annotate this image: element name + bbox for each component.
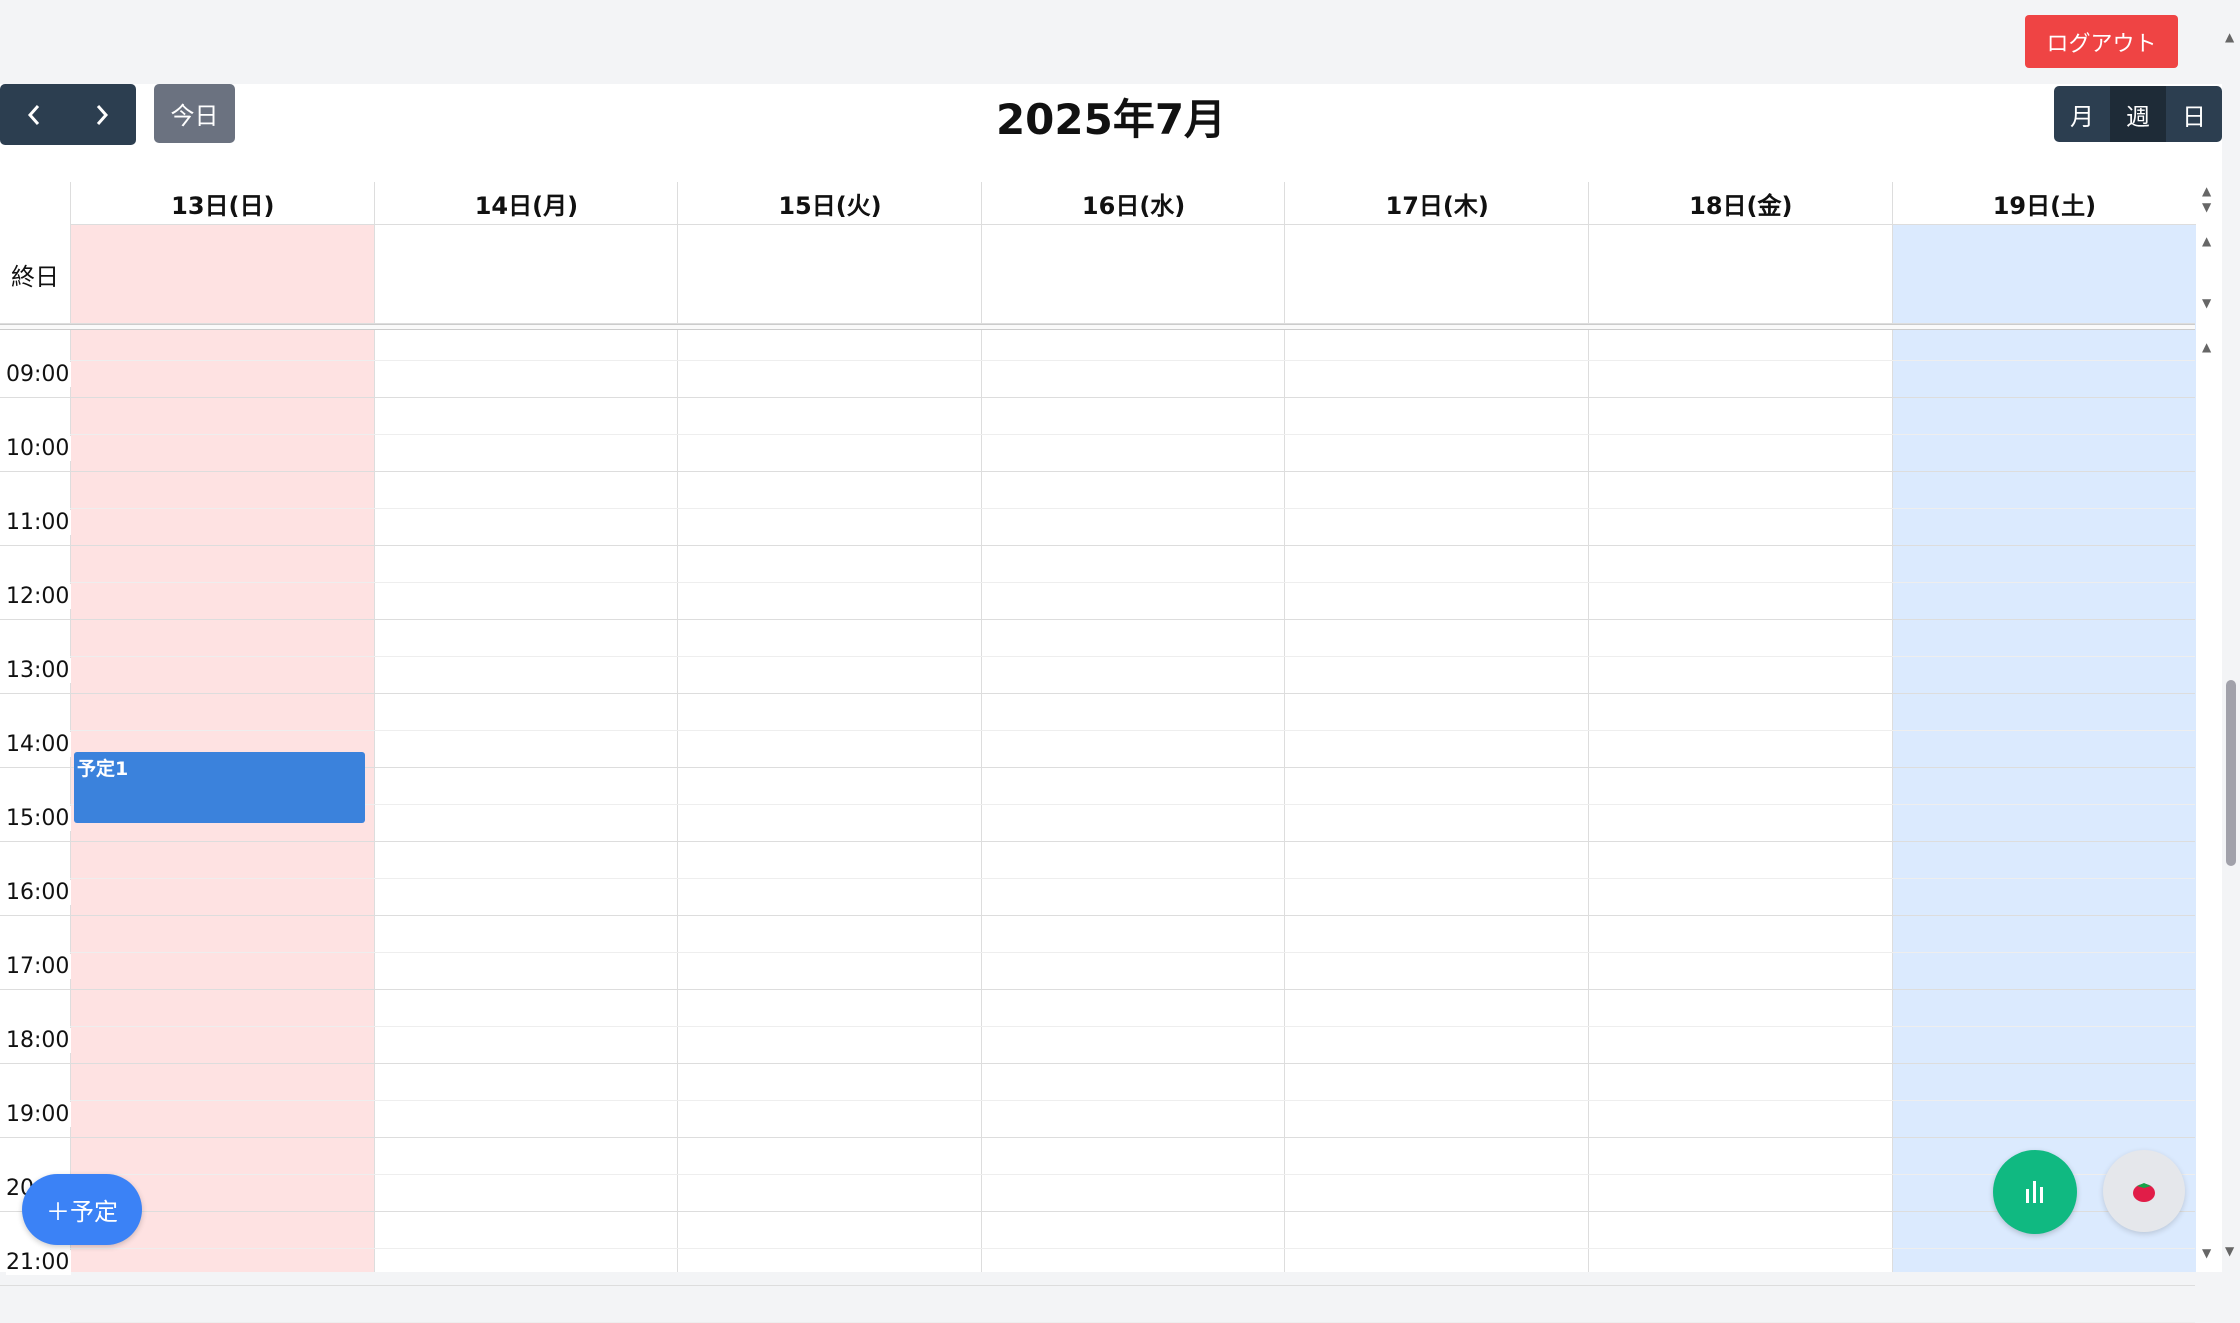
day-column[interactable]: 13日(日) (70, 182, 375, 1272)
allday-scroll-up-icon[interactable]: ▲ (2202, 234, 2211, 248)
allday-divider (0, 324, 2195, 330)
day-column[interactable]: 14日(月) (373, 182, 679, 1272)
time-label: 14:00 (6, 732, 72, 757)
hour-line (0, 545, 2195, 546)
hour-line (0, 1211, 2195, 1212)
half-hour-line (70, 878, 2195, 879)
time-label: 10:00 (6, 436, 72, 461)
hour-line (0, 915, 2195, 916)
day-column-bg (1892, 224, 2197, 1272)
hour-line (0, 471, 2195, 472)
body-scroll-down-icon[interactable]: ▼ (2202, 1246, 2211, 1260)
day-header: 14日(月) (374, 182, 679, 225)
time-label: 09:00 (6, 362, 72, 387)
day-column[interactable]: 19日(土) (1891, 182, 2197, 1272)
half-hour-line (70, 360, 2195, 361)
half-hour-line (70, 1174, 2195, 1175)
day-column[interactable]: 15日(火) (677, 182, 982, 1272)
time-label: 12:00 (6, 584, 72, 609)
add-event-button[interactable]: ＋予定 (22, 1174, 142, 1245)
half-hour-line (70, 730, 2195, 731)
day-column[interactable]: 16日(水) (980, 182, 1286, 1272)
event-block[interactable]: 予定1 (74, 752, 365, 823)
scrollbar-thumb[interactable] (2226, 680, 2236, 866)
time-label: 16:00 (6, 880, 72, 905)
day-column-bg (678, 224, 982, 1272)
day-column-bg (1589, 224, 1893, 1272)
day-header: 17日(木) (1285, 182, 1589, 225)
time-label: 17:00 (6, 954, 72, 979)
time-label: 11:00 (6, 510, 72, 535)
body-scroll-up-icon[interactable]: ▲ (2202, 340, 2211, 354)
time-label: 13:00 (6, 658, 72, 683)
half-hour-line (70, 1100, 2195, 1101)
hour-line (0, 841, 2195, 842)
time-label: 21:00 (6, 1250, 72, 1275)
day-header: 16日(水) (981, 182, 1286, 225)
calendar-toolbar: 今日 2025年7月 月 週 日 (0, 84, 2222, 182)
half-hour-line (70, 656, 2195, 657)
day-column-bg (1285, 224, 1589, 1272)
hour-line (0, 397, 2195, 398)
day-column[interactable]: 18日(金) (1588, 182, 1893, 1272)
time-label: 18:00 (6, 1028, 72, 1053)
hour-line (0, 989, 2195, 990)
half-hour-line (70, 582, 2195, 583)
hour-line (0, 1137, 2195, 1138)
allday-label: 終日 (11, 262, 59, 291)
week-grid: 13日(日) 14日(月) 15日(火) 16日(水) 17日(木) 18日(金) 19日(… (0, 182, 2211, 1323)
view-week-button[interactable]: 週 (2110, 86, 2166, 142)
day-header: 15日(火) (678, 182, 982, 225)
pomodoro-button[interactable] (2103, 1150, 2185, 1232)
hour-line (0, 619, 2195, 620)
allday-scroll-down-icon[interactable]: ▼ (2202, 296, 2211, 310)
scroll-up-icon[interactable]: ▲ (2225, 30, 2234, 44)
half-hour-line (70, 952, 2195, 953)
view-day-button[interactable]: 日 (2166, 86, 2222, 142)
half-hour-line (70, 508, 2195, 509)
scroll-down-icon[interactable]: ▼ (2225, 1244, 2234, 1258)
time-label: 15:00 (6, 806, 72, 831)
top-bar: ログアウト (0, 0, 2222, 84)
time-label: 19:00 (6, 1102, 72, 1127)
day-column[interactable]: 17日(木) (1284, 182, 1589, 1272)
hour-line (0, 693, 2195, 694)
half-hour-line (70, 804, 2195, 805)
day-header: 18日(金) (1589, 182, 1893, 225)
header-scroll-up-icon[interactable]: ▲ (2202, 184, 2211, 198)
view-month-button[interactable]: 月 (2054, 86, 2110, 142)
half-hour-line (70, 1248, 2195, 1249)
day-column-bg (71, 224, 375, 1272)
day-column-bg (982, 224, 1286, 1272)
view-switcher: 月 週 日 (2054, 86, 2222, 142)
page-scrollbar[interactable]: ▲ ▼ (2222, 0, 2240, 1272)
half-hour-line (70, 1026, 2195, 1027)
bar-chart-icon (2026, 1181, 2043, 1203)
day-header: 13日(日) (71, 182, 375, 225)
day-header: 19日(土) (1892, 182, 2197, 225)
calendar-title: 2025年7月 (995, 95, 1227, 144)
hour-line (0, 1285, 2195, 1286)
calendar-main: 今日 2025年7月 月 週 日 13日(日) 14日(月) 15日(火) 16日(水… (0, 84, 2222, 1323)
hour-line (0, 1063, 2195, 1064)
logout-button[interactable]: ログアウト (2025, 15, 2178, 68)
header-scroll-down-icon[interactable]: ▼ (2202, 200, 2211, 214)
stats-button[interactable] (1993, 1150, 2077, 1234)
tomato-icon (2133, 1183, 2155, 1202)
half-hour-line (70, 434, 2195, 435)
day-column-bg (375, 224, 679, 1272)
